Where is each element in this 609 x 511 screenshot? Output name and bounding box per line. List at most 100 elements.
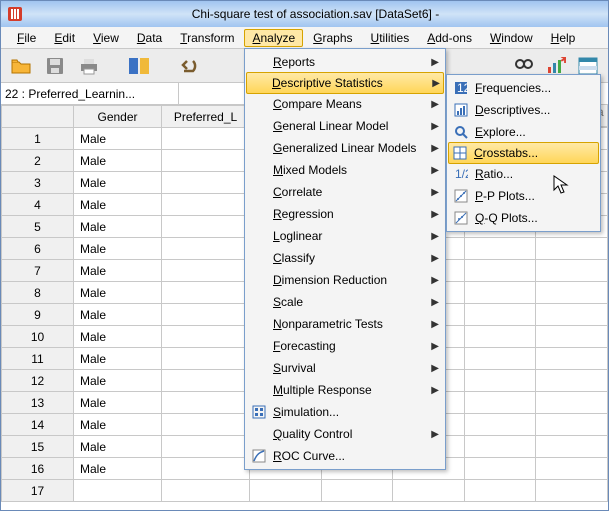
menu-item-reports[interactable]: Reports▶ xyxy=(247,51,443,73)
cell-preferred[interactable] xyxy=(162,326,250,348)
menu-item-regression[interactable]: Regression▶ xyxy=(247,203,443,225)
cell-gender[interactable]: Male xyxy=(74,436,162,458)
pp-icon xyxy=(453,188,469,204)
menu-help[interactable]: Help xyxy=(543,29,584,47)
menu-view[interactable]: View xyxy=(85,29,127,47)
row-header[interactable]: 10 xyxy=(2,326,74,348)
cell-gender[interactable]: Male xyxy=(74,414,162,436)
menu-item-crosstabs[interactable]: Crosstabs... xyxy=(448,142,599,164)
corner-header[interactable] xyxy=(2,106,74,128)
row-header[interactable]: 15 xyxy=(2,436,74,458)
table-row[interactable]: 17 xyxy=(2,480,608,502)
menu-edit[interactable]: Edit xyxy=(46,29,83,47)
menu-item-descriptive-statistics[interactable]: Descriptive Statistics▶ xyxy=(246,72,444,94)
row-header[interactable]: 3 xyxy=(2,172,74,194)
data-view-button[interactable] xyxy=(125,52,153,80)
cell-gender[interactable]: Male xyxy=(74,348,162,370)
cell-preferred[interactable] xyxy=(162,436,250,458)
row-header[interactable]: 6 xyxy=(2,238,74,260)
menu-item-q-q-plots[interactable]: Q-Q Plots... xyxy=(449,207,598,229)
cell-preferred[interactable] xyxy=(162,172,250,194)
row-header[interactable]: 17 xyxy=(2,480,74,502)
row-header[interactable]: 9 xyxy=(2,304,74,326)
cell-gender[interactable]: Male xyxy=(74,370,162,392)
menu-item-descriptives[interactable]: Descriptives... xyxy=(449,99,598,121)
menu-utilities[interactable]: Utilities xyxy=(363,29,418,47)
menu-item-p-p-plots[interactable]: P-P Plots... xyxy=(449,185,598,207)
menu-analyze[interactable]: Analyze xyxy=(244,29,303,47)
menu-item-forecasting[interactable]: Forecasting▶ xyxy=(247,335,443,357)
row-header[interactable]: 11 xyxy=(2,348,74,370)
menu-item-dimension-reduction[interactable]: Dimension Reduction▶ xyxy=(247,269,443,291)
cell-preferred[interactable] xyxy=(162,260,250,282)
cell-preferred[interactable] xyxy=(162,370,250,392)
cell-gender[interactable]: Male xyxy=(74,458,162,480)
menu-data[interactable]: Data xyxy=(129,29,170,47)
cell-gender[interactable]: Male xyxy=(74,128,162,150)
menu-item-general-linear-model[interactable]: General Linear Model▶ xyxy=(247,115,443,137)
expl-icon xyxy=(453,124,469,140)
row-header[interactable]: 4 xyxy=(2,194,74,216)
cell-preferred[interactable] xyxy=(162,238,250,260)
cell-preferred[interactable] xyxy=(162,128,250,150)
cell-gender[interactable]: Male xyxy=(74,392,162,414)
cell-preferred[interactable] xyxy=(162,414,250,436)
menu-item-compare-means[interactable]: Compare Means▶ xyxy=(247,93,443,115)
cell-preferred[interactable] xyxy=(162,282,250,304)
cell-gender[interactable]: Male xyxy=(74,150,162,172)
menu-item-roc-curve[interactable]: ROC Curve... xyxy=(247,445,443,467)
cell-gender[interactable]: Male xyxy=(74,216,162,238)
menu-item-mixed-models[interactable]: Mixed Models▶ xyxy=(247,159,443,181)
menu-item-quality-control[interactable]: Quality Control▶ xyxy=(247,423,443,445)
row-header[interactable]: 7 xyxy=(2,260,74,282)
save-button[interactable] xyxy=(41,52,69,80)
cell-preferred[interactable] xyxy=(162,480,250,502)
menu-item-survival[interactable]: Survival▶ xyxy=(247,357,443,379)
cell-preferred[interactable] xyxy=(162,194,250,216)
cell-gender[interactable]: Male xyxy=(74,304,162,326)
row-header[interactable]: 12 xyxy=(2,370,74,392)
menu-item-correlate[interactable]: Correlate▶ xyxy=(247,181,443,203)
menu-item-simulation[interactable]: Simulation... xyxy=(247,401,443,423)
menu-item-classify[interactable]: Classify▶ xyxy=(247,247,443,269)
menu-item-multiple-response[interactable]: Multiple Response▶ xyxy=(247,379,443,401)
row-header[interactable]: 14 xyxy=(2,414,74,436)
menu-item-explore[interactable]: Explore... xyxy=(449,121,598,143)
column-header-gender[interactable]: Gender xyxy=(74,106,162,128)
print-button[interactable] xyxy=(75,52,103,80)
menu-window[interactable]: Window xyxy=(482,29,541,47)
cell-reference-box[interactable]: 22 : Preferred_Learnin... xyxy=(1,83,179,104)
row-header[interactable]: 13 xyxy=(2,392,74,414)
row-header[interactable]: 2 xyxy=(2,150,74,172)
menu-graphs[interactable]: Graphs xyxy=(305,29,360,47)
menu-add-ons[interactable]: Add-ons xyxy=(419,29,480,47)
cell-preferred[interactable] xyxy=(162,458,250,480)
cell-gender[interactable]: Male xyxy=(74,238,162,260)
menu-file[interactable]: File xyxy=(9,29,44,47)
menu-item-loglinear[interactable]: Loglinear▶ xyxy=(247,225,443,247)
cell-gender[interactable] xyxy=(74,480,162,502)
cell-gender[interactable]: Male xyxy=(74,172,162,194)
menu-item-generalized-linear-models[interactable]: Generalized Linear Models▶ xyxy=(247,137,443,159)
cell-gender[interactable]: Male xyxy=(74,194,162,216)
undo-button[interactable] xyxy=(175,52,203,80)
cell-gender[interactable]: Male xyxy=(74,282,162,304)
open-button[interactable] xyxy=(7,52,35,80)
cell-preferred[interactable] xyxy=(162,392,250,414)
cell-preferred[interactable] xyxy=(162,348,250,370)
cell-gender[interactable]: Male xyxy=(74,260,162,282)
menu-item-nonparametric-tests[interactable]: Nonparametric Tests▶ xyxy=(247,313,443,335)
menu-item-ratio[interactable]: 1/2Ratio... xyxy=(449,163,598,185)
row-header[interactable]: 8 xyxy=(2,282,74,304)
cell-preferred[interactable] xyxy=(162,304,250,326)
row-header[interactable]: 1 xyxy=(2,128,74,150)
cell-preferred[interactable] xyxy=(162,150,250,172)
cell-preferred[interactable] xyxy=(162,216,250,238)
menu-transform[interactable]: Transform xyxy=(172,29,242,47)
row-header[interactable]: 5 xyxy=(2,216,74,238)
column-header-preferred[interactable]: Preferred_L xyxy=(162,106,250,128)
menu-item-scale[interactable]: Scale▶ xyxy=(247,291,443,313)
row-header[interactable]: 16 xyxy=(2,458,74,480)
menu-item-frequencies[interactable]: 123Frequencies... xyxy=(449,77,598,99)
cell-gender[interactable]: Male xyxy=(74,326,162,348)
